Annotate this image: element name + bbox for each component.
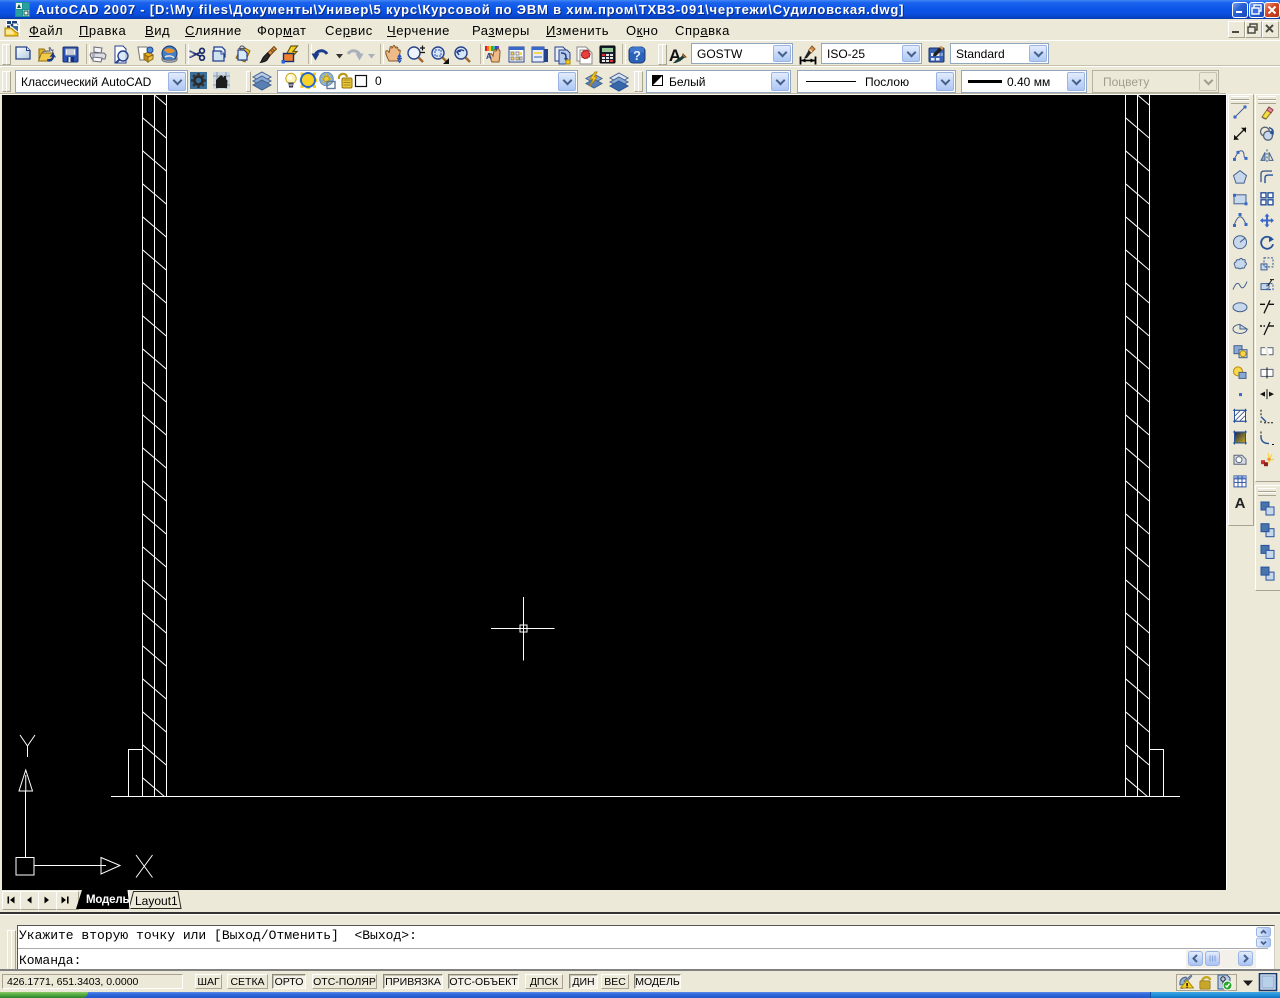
svg-text:0: 0 bbox=[375, 74, 382, 88]
svg-text:A: A bbox=[486, 52, 492, 61]
svg-text:?: ? bbox=[633, 48, 641, 63]
svg-text:A: A bbox=[1235, 495, 1246, 512]
